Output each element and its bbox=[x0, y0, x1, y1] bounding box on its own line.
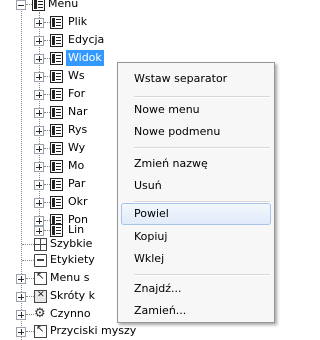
expand-toggle[interactable] bbox=[34, 162, 44, 172]
tree-item-szybkie[interactable]: Szybkie bbox=[50, 236, 92, 252]
menu-icon bbox=[50, 160, 63, 173]
tree-item-plik[interactable]: Plik bbox=[68, 14, 87, 30]
expand-toggle[interactable] bbox=[16, 327, 26, 337]
menu-item-new-menu[interactable]: Nowe menu bbox=[121, 99, 271, 121]
tree-line bbox=[26, 331, 34, 332]
gear-icon bbox=[34, 306, 48, 322]
expand-toggle[interactable] bbox=[16, 274, 26, 284]
expand-toggle[interactable] bbox=[34, 90, 44, 100]
menu-folder-icon bbox=[32, 0, 45, 11]
tree-item-format[interactable]: For bbox=[68, 86, 85, 102]
tree-item-menu[interactable]: Menu bbox=[48, 0, 78, 12]
expand-toggle[interactable] bbox=[34, 72, 44, 82]
menu-icon bbox=[50, 142, 63, 155]
menu-item-duplicate[interactable]: Powiel bbox=[121, 203, 271, 225]
tree-item-modyfikuj[interactable]: Mo bbox=[68, 158, 84, 174]
mouse-button-icon bbox=[34, 324, 47, 338]
tree-line bbox=[21, 0, 22, 340]
context-menu: Wstaw separator Nowe menu Nowe podmenu Z… bbox=[117, 62, 275, 323]
expand-toggle[interactable] bbox=[34, 126, 44, 136]
menu-item-paste[interactable]: Wklej bbox=[121, 248, 271, 270]
menu-icon bbox=[50, 16, 63, 29]
tree-item-etykiety[interactable]: Etykiety bbox=[50, 252, 95, 268]
tree-item-wymiar[interactable]: Wy bbox=[68, 140, 85, 156]
expand-toggle[interactable] bbox=[34, 36, 44, 46]
tree-item-parametryczne[interactable]: Par bbox=[68, 176, 85, 192]
tree-item-przyciski-myszy[interactable]: Przyciski myszy bbox=[50, 323, 136, 339]
tree-item-skroty[interactable]: Skróty k bbox=[50, 288, 95, 304]
tree-item-czynnosci[interactable]: Czynno bbox=[50, 306, 91, 322]
tree-item-edycja[interactable]: Edycja bbox=[68, 32, 104, 48]
menu-icon bbox=[50, 196, 63, 209]
menu-separator bbox=[134, 96, 270, 98]
menu-item-rename[interactable]: Zmień nazwę bbox=[121, 153, 271, 175]
menu-separator bbox=[134, 147, 270, 149]
tree-item-menu-skrotow[interactable]: Menu s bbox=[50, 270, 89, 286]
expand-toggle[interactable] bbox=[34, 216, 44, 226]
expand-toggle[interactable] bbox=[34, 226, 44, 236]
tree-line bbox=[26, 296, 34, 297]
menu-item-find[interactable]: Znajdź... bbox=[121, 278, 271, 300]
expand-toggle[interactable] bbox=[34, 18, 44, 28]
expand-toggle[interactable] bbox=[34, 108, 44, 118]
collapse-toggle[interactable] bbox=[16, 0, 26, 10]
expand-toggle[interactable] bbox=[34, 54, 44, 64]
menu-icon bbox=[50, 178, 63, 191]
menu-icon bbox=[50, 70, 63, 83]
expand-toggle[interactable] bbox=[16, 292, 26, 302]
menu-item-replace[interactable]: Zamień... bbox=[121, 300, 271, 322]
expand-toggle[interactable] bbox=[34, 144, 44, 154]
menu-item-copy[interactable]: Kopiuj bbox=[121, 226, 271, 248]
shortcut-menu-icon bbox=[34, 271, 47, 285]
menu-icon bbox=[50, 106, 63, 119]
expand-toggle[interactable] bbox=[34, 180, 44, 190]
menu-icon bbox=[50, 52, 63, 65]
quick-properties-icon bbox=[34, 238, 47, 251]
tree-line bbox=[26, 314, 34, 315]
tree-item-rysuj[interactable]: Rys bbox=[68, 122, 87, 138]
tree-item-widok[interactable]: Widok bbox=[66, 50, 104, 66]
tooltip-label-icon bbox=[34, 254, 47, 267]
tree-item-okno[interactable]: Okr bbox=[68, 194, 88, 210]
menu-icon bbox=[50, 124, 63, 137]
expand-toggle[interactable] bbox=[16, 310, 26, 320]
menu-item-delete[interactable]: Usuń bbox=[121, 175, 271, 197]
tree-item-wstaw[interactable]: Ws bbox=[68, 68, 85, 84]
menu-item-new-submenu[interactable]: Nowe podmenu bbox=[121, 121, 271, 143]
tree-line bbox=[26, 278, 34, 279]
menu-icon bbox=[50, 88, 63, 101]
tree-item-narzedzia[interactable]: Nar bbox=[68, 104, 88, 120]
menu-icon bbox=[50, 34, 63, 47]
keyboard-shortcut-icon bbox=[34, 290, 47, 303]
menu-item-insert-separator[interactable]: Wstaw separator bbox=[121, 68, 271, 90]
expand-toggle[interactable] bbox=[34, 198, 44, 208]
menu-separator bbox=[134, 274, 270, 276]
